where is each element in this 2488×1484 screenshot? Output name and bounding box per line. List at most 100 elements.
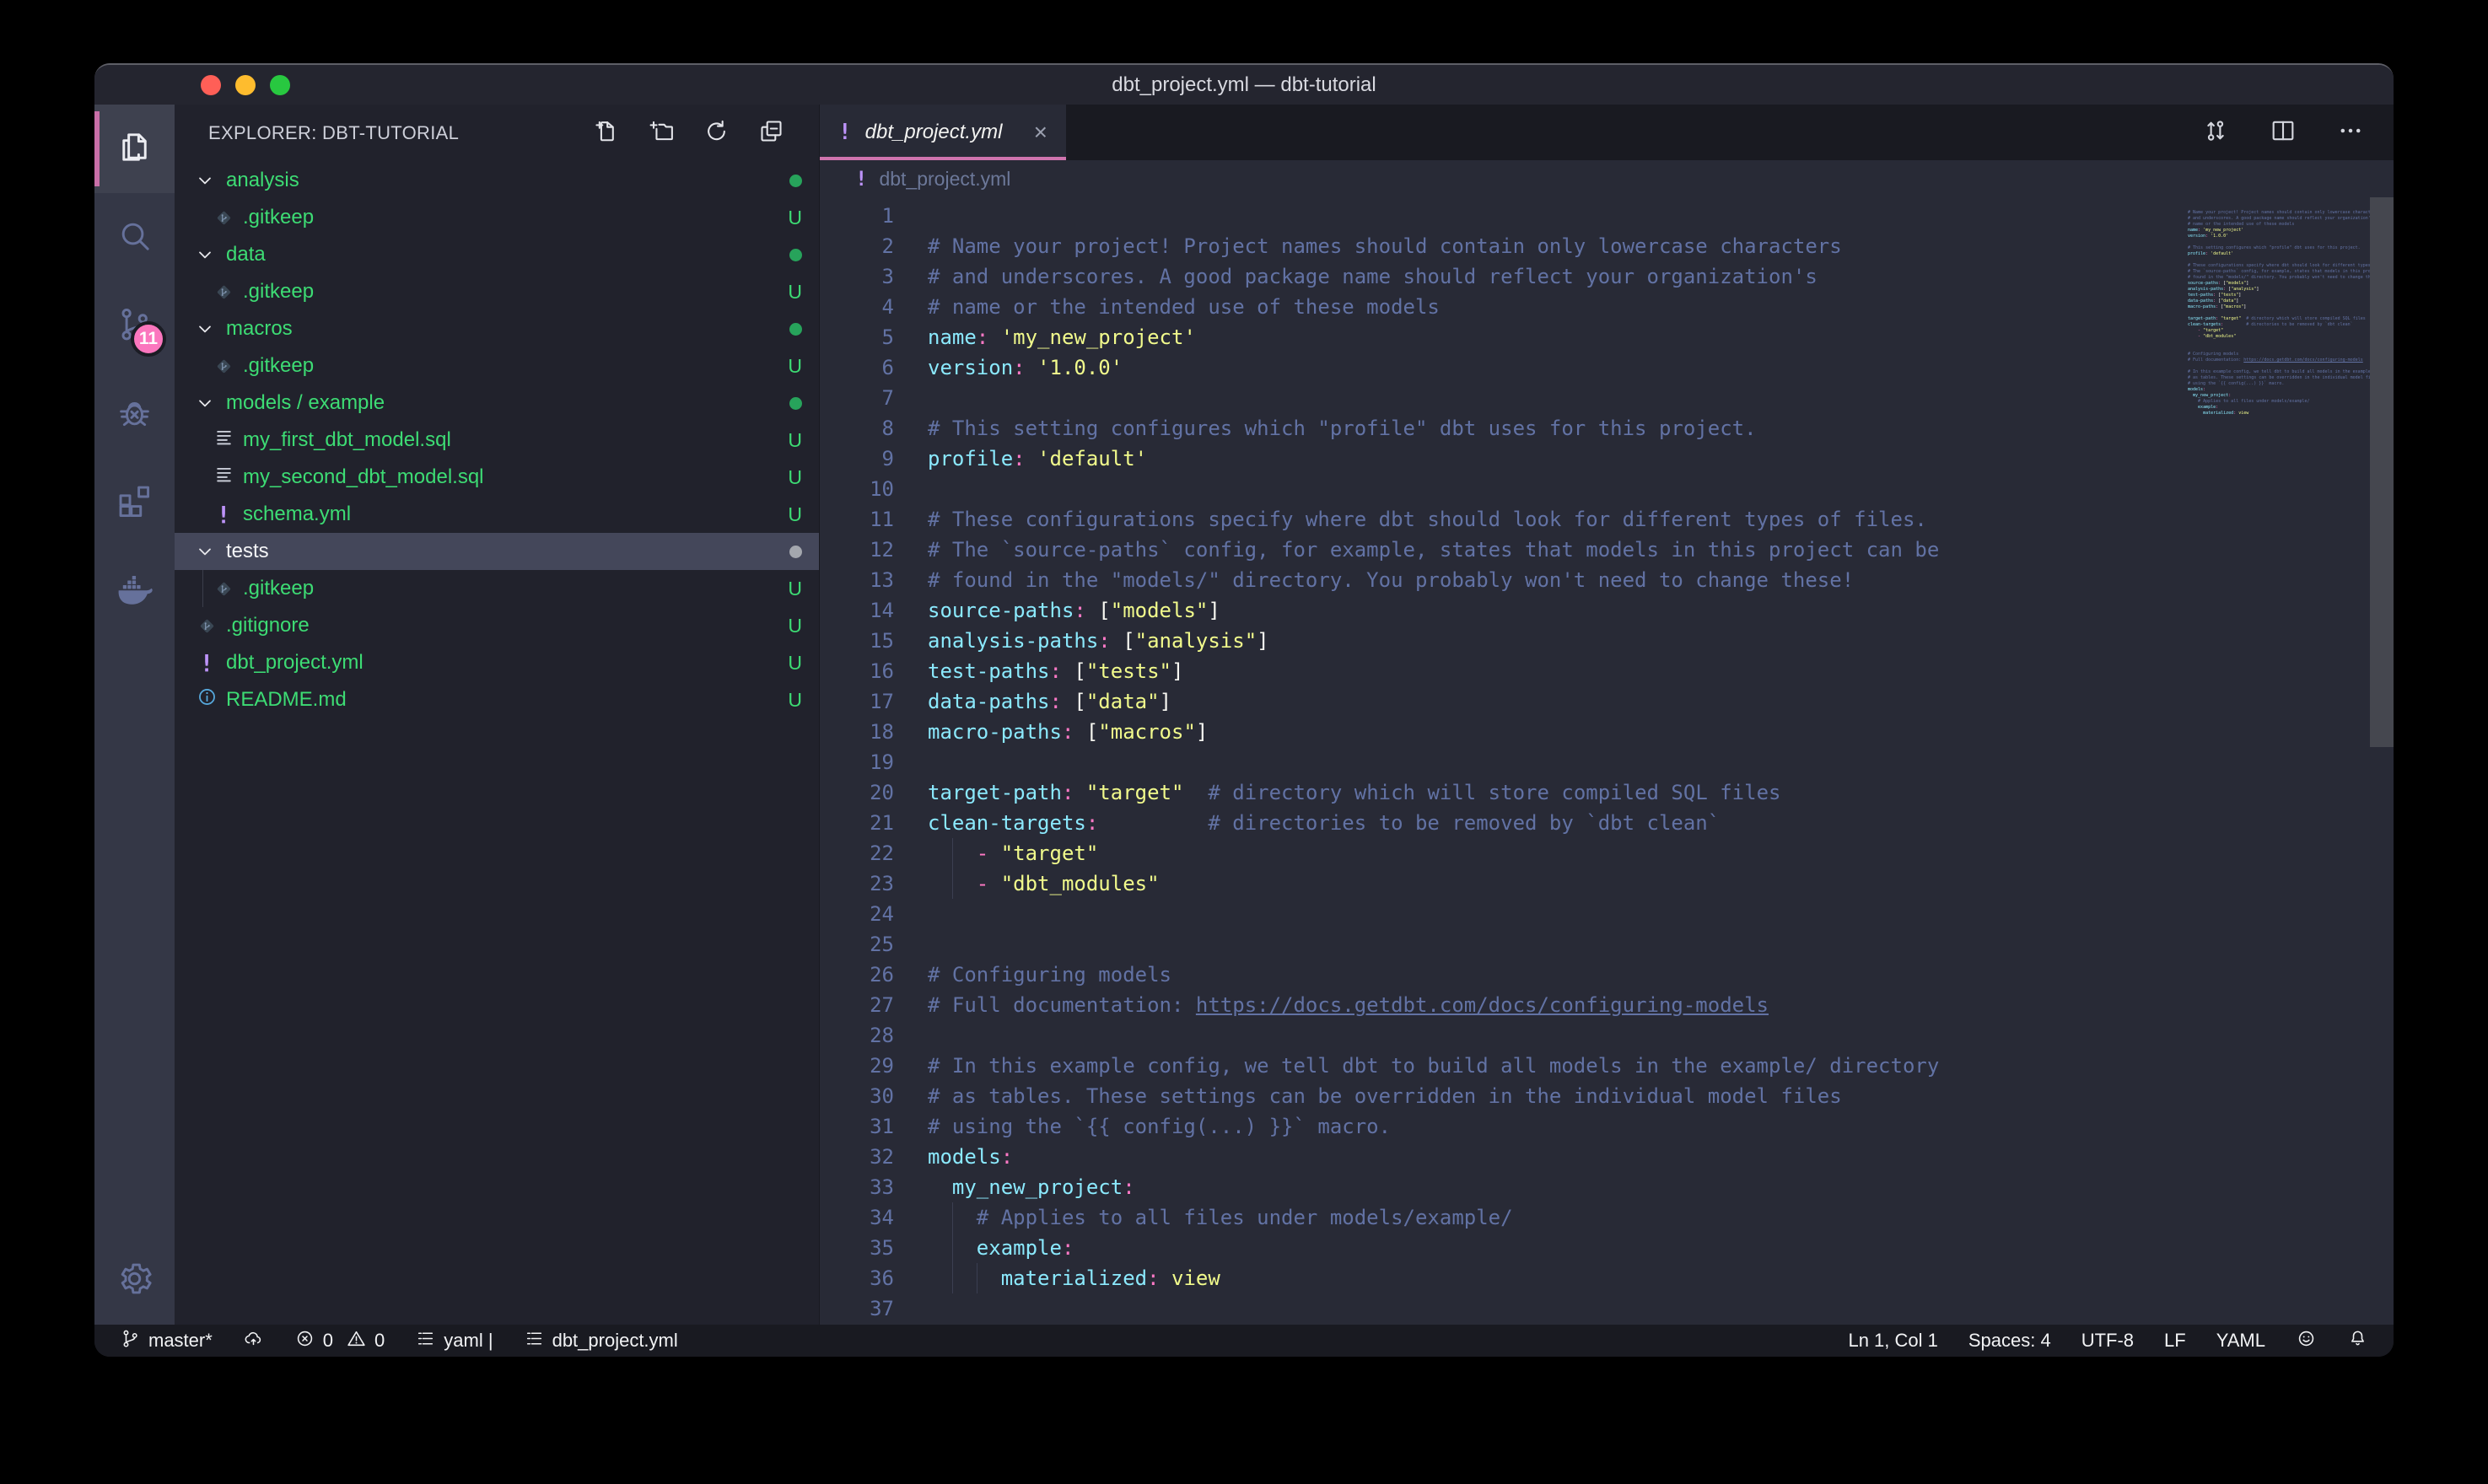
zoom-window-button[interactable]: [270, 75, 290, 95]
code-line-19[interactable]: 19: [820, 747, 2188, 777]
tree-item--gitkeep[interactable]: .gitkeepU: [175, 273, 819, 310]
window-title: dbt_project.yml — dbt-tutorial: [1112, 73, 1376, 97]
code-line-16[interactable]: 16test-paths: ["tests"]: [820, 656, 2188, 686]
status-problems-indicator[interactable]: 00: [294, 1328, 385, 1354]
minimap-line: # as tables. These settings can be overr…: [2188, 375, 2370, 381]
code-line-27[interactable]: 27# Full documentation: https://docs.get…: [820, 990, 2188, 1020]
code-line-8[interactable]: 8# This setting configures which "profil…: [820, 413, 2188, 444]
code-line-11[interactable]: 11# These configurations specify where d…: [820, 504, 2188, 535]
code-line-15[interactable]: 15analysis-paths: ["analysis"]: [820, 626, 2188, 656]
code-line-28[interactable]: 28: [820, 1020, 2188, 1051]
close-window-button[interactable]: [201, 75, 221, 95]
code-line-33[interactable]: 33 my_new_project:: [820, 1172, 2188, 1202]
code-editor[interactable]: 12# Name your project! Project names sho…: [820, 197, 2188, 1325]
status-git-branch-indicator[interactable]: master*: [120, 1328, 213, 1354]
code-line-22[interactable]: 22 - "target": [820, 838, 2188, 868]
breadcrumb-file-item[interactable]: dbt_project.yml: [879, 168, 1010, 191]
tree-item-dbt-project-yml[interactable]: !dbt_project.ymlU: [175, 644, 819, 681]
code-line-4[interactable]: 4# name or the intended use of these mod…: [820, 292, 2188, 322]
tree-item-my-second-dbt-model-sql[interactable]: my_second_dbt_model.sqlU: [175, 459, 819, 496]
code-line-26[interactable]: 26# Configuring models: [820, 960, 2188, 990]
code-line-29[interactable]: 29# In this example config, we tell dbt …: [820, 1051, 2188, 1081]
editor-scrollbar[interactable]: [2370, 197, 2394, 1325]
tree-item--gitkeep[interactable]: .gitkeepU: [175, 347, 819, 384]
tree-item--gitkeep[interactable]: .gitkeepU: [175, 570, 819, 607]
code-line-10[interactable]: 10: [820, 474, 2188, 504]
new-file-icon[interactable]: [593, 117, 621, 149]
code-line-5[interactable]: 5name: 'my_new_project': [820, 322, 2188, 352]
code-line-6[interactable]: 6version: '1.0.0': [820, 352, 2188, 383]
code-line-37[interactable]: 37: [820, 1293, 2188, 1324]
code-line-23[interactable]: 23 - "dbt_modules": [820, 868, 2188, 899]
status-publish-sync-button[interactable]: [243, 1328, 264, 1354]
status-eol-indicator[interactable]: LF: [2164, 1330, 2186, 1352]
tree-item-tests[interactable]: tests: [175, 533, 819, 570]
titlebar[interactable]: dbt_project.yml — dbt-tutorial: [94, 65, 2394, 105]
activity-item-source-control[interactable]: 11: [94, 282, 175, 370]
open-changes-icon[interactable]: [2201, 116, 2230, 149]
activity-item-run-and-debug[interactable]: [94, 370, 175, 459]
code-line-20[interactable]: 20target-path: "target" # directory whic…: [820, 777, 2188, 808]
minimap-line: [2188, 363, 2370, 369]
status-indentation[interactable]: Spaces: 4: [1968, 1330, 2051, 1352]
code-line-25[interactable]: 25: [820, 929, 2188, 960]
tree-item-label: analysis: [226, 169, 299, 192]
status-file-indicator[interactable]: dbt_project.yml: [524, 1328, 678, 1354]
collapse-folders-icon[interactable]: [757, 117, 785, 149]
tree-item-label: .gitignore: [226, 614, 310, 637]
scrollbar-thumb[interactable]: [2370, 197, 2394, 747]
code-line-13[interactable]: 13# found in the "models/" directory. Yo…: [820, 565, 2188, 595]
refresh-explorer-icon[interactable]: [703, 117, 730, 149]
activity-item-docker[interactable]: [94, 547, 175, 636]
activity-item-explorer[interactable]: [94, 105, 175, 193]
line-number: 33: [820, 1172, 894, 1202]
new-folder-icon[interactable]: [648, 117, 676, 149]
code-line-2[interactable]: 2# Name your project! Project names shou…: [820, 231, 2188, 261]
code-line-12[interactable]: 12# The `source-paths` config, for examp…: [820, 535, 2188, 565]
tree-item-readme-md[interactable]: README.mdU: [175, 681, 819, 718]
code-line-3[interactable]: 3# and underscores. A good package name …: [820, 261, 2188, 292]
code-line-35[interactable]: 35 example:: [820, 1233, 2188, 1263]
code-line-34[interactable]: 34 # Applies to all files under models/e…: [820, 1202, 2188, 1233]
tree-item-data[interactable]: data: [175, 236, 819, 273]
status-language-indicator[interactable]: yaml |: [415, 1328, 493, 1354]
tree-item--gitkeep[interactable]: .gitkeepU: [175, 199, 819, 236]
activity-item-extensions[interactable]: [94, 459, 175, 547]
code-line-21[interactable]: 21clean-targets: # directories to be rem…: [820, 808, 2188, 838]
tab-close-icon[interactable]: ×: [1034, 119, 1047, 146]
tree-item-my-first-dbt-model-sql[interactable]: my_first_dbt_model.sqlU: [175, 422, 819, 459]
status-notifications-bell[interactable]: [2347, 1328, 2368, 1354]
tree-item-models-example[interactable]: models / example: [175, 384, 819, 422]
code-line-9[interactable]: 9profile: 'default': [820, 444, 2188, 474]
split-editor-icon[interactable]: [2269, 116, 2297, 149]
code-line-36[interactable]: 36 materialized: view: [820, 1263, 2188, 1293]
code-line-7[interactable]: 7: [820, 383, 2188, 413]
tree-item--gitignore[interactable]: .gitignoreU: [175, 607, 819, 644]
minimap-line: # These configurations specify where dbt…: [2188, 263, 2370, 269]
minimap[interactable]: # Name your project! Project names shoul…: [2188, 197, 2370, 1325]
code-line-30[interactable]: 30# as tables. These settings can be ove…: [820, 1081, 2188, 1111]
tree-item-schema-yml[interactable]: !schema.ymlU: [175, 496, 819, 533]
tree-item-analysis[interactable]: analysis: [175, 162, 819, 199]
code-line-18[interactable]: 18macro-paths: ["macros"]: [820, 717, 2188, 747]
minimize-window-button[interactable]: [235, 75, 256, 95]
status-label: YAML: [2216, 1330, 2265, 1352]
explorer-sidebar: EXPLORER: DBT-TUTORIAL analysis.gitkeepU…: [175, 105, 819, 1325]
code-line-17[interactable]: 17data-paths: ["data"]: [820, 686, 2188, 717]
more-actions-icon[interactable]: [2336, 116, 2365, 149]
tab-dbt-project-yml[interactable]: ! dbt_project.yml ×: [820, 105, 1066, 160]
code-line-1[interactable]: 1: [820, 201, 2188, 231]
code-line-31[interactable]: 31# using the `{{ config(...) }}` macro.: [820, 1111, 2188, 1142]
status-feedback-smiley[interactable]: [2296, 1328, 2317, 1354]
status-language-mode[interactable]: YAML: [2216, 1330, 2265, 1352]
activity-item-settings[interactable]: [94, 1236, 175, 1325]
code-line-14[interactable]: 14source-paths: ["models"]: [820, 595, 2188, 626]
tree-item-macros[interactable]: macros: [175, 310, 819, 347]
status-label: UTF-8: [2081, 1330, 2134, 1352]
breadcrumb[interactable]: ! dbt_project.yml: [820, 160, 2394, 197]
status-cursor-position[interactable]: Ln 1, Col 1: [1848, 1330, 1937, 1352]
status-encoding[interactable]: UTF-8: [2081, 1330, 2134, 1352]
code-line-24[interactable]: 24: [820, 899, 2188, 929]
activity-item-search[interactable]: [94, 193, 175, 282]
code-line-32[interactable]: 32models:: [820, 1142, 2188, 1172]
